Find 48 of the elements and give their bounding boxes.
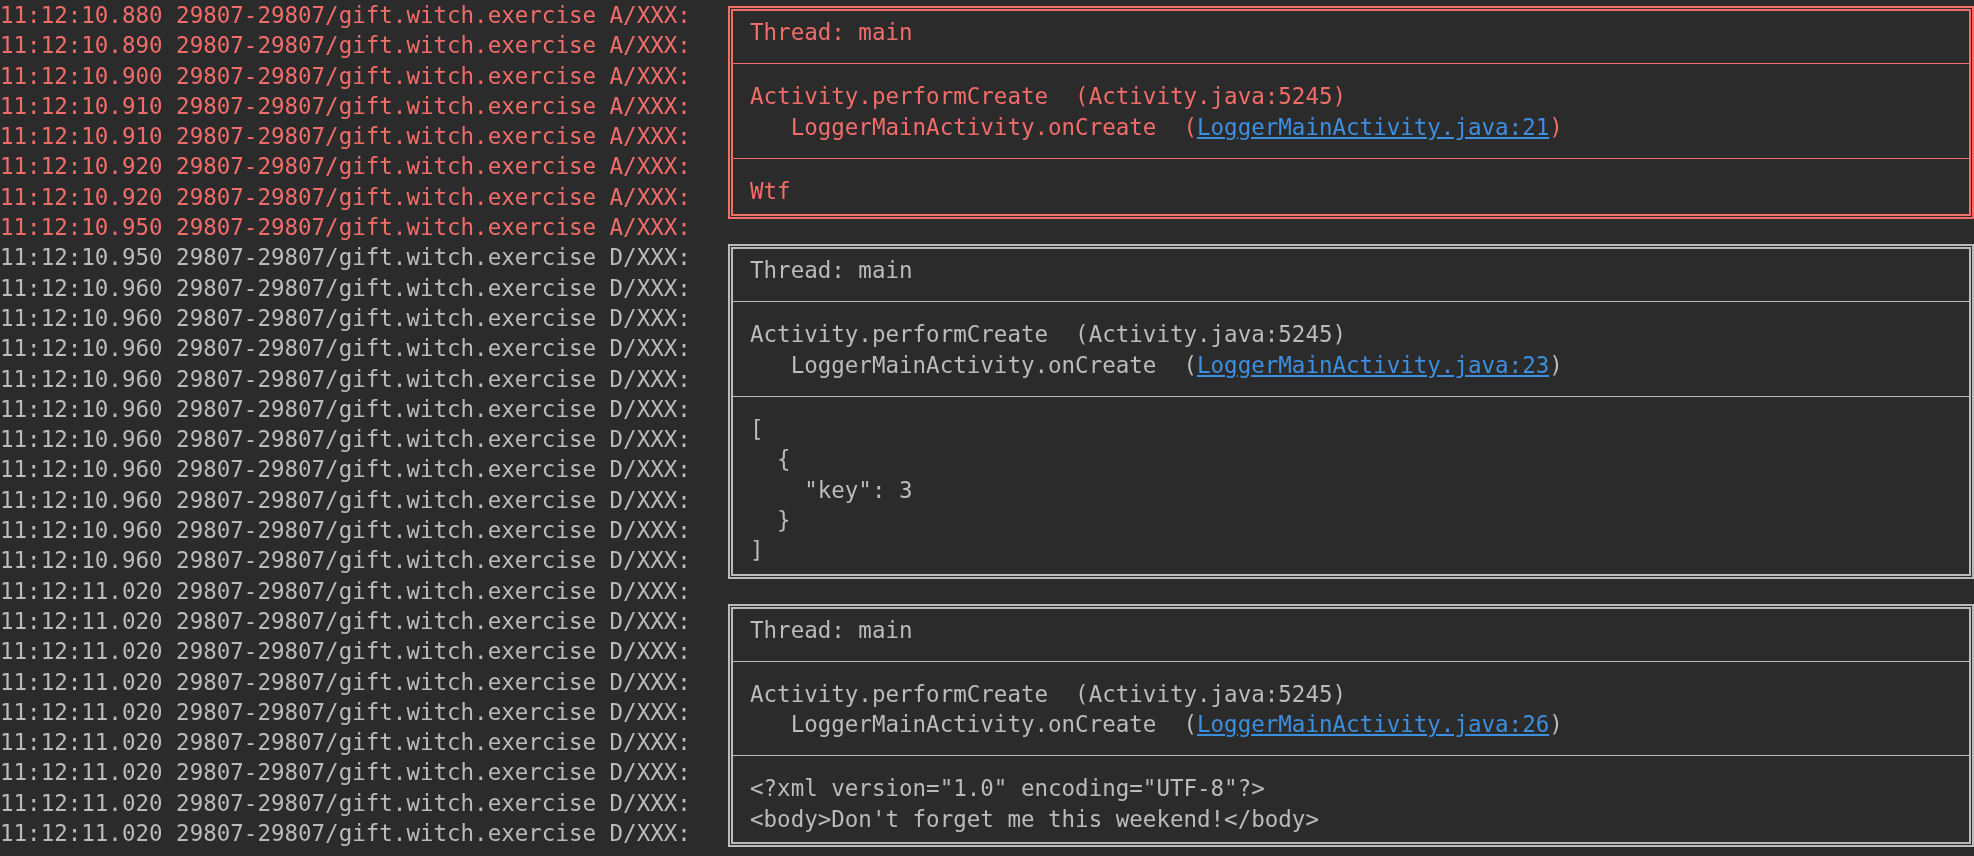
message-line: [ — [750, 416, 764, 443]
log-line: 11:12:10.890 29807-29807/gift.witch.exercise A/XXX: — [0, 31, 692, 61]
log-line: 11:12:11.020 29807-29807/gift.witch.exercise D/XXX: — [0, 788, 692, 818]
stack-trace-line: LoggerMainActivity.onCreate (LoggerMainActivity.java:23) — [789, 351, 1563, 378]
log-line: 11:12:10.900 29807-29807/gift.witch.exercise A/XXX: — [0, 61, 692, 91]
stack-trace-line: Activity.performCreate (Activity.java:5245) — [750, 321, 1347, 348]
log-line: 11:12:11.020 29807-29807/gift.witch.exercise D/XXX: — [0, 697, 692, 727]
stack-trace-line: LoggerMainActivity.onCreate (LoggerMainActivity.java:21) — [789, 113, 1563, 140]
message-line: } — [776, 506, 791, 533]
thread-label: Thread: main — [750, 257, 913, 284]
log-line: 11:12:10.960 29807-29807/gift.witch.exercise D/XXX: — [0, 485, 692, 515]
log-line: 11:12:10.960 29807-29807/gift.witch.exercise D/XXX: — [0, 303, 692, 333]
message-line: <?xml version="1.0" encoding="UTF-8"?> — [750, 775, 1265, 802]
message-line: "key": 3 — [803, 476, 913, 503]
source-link[interactable]: LoggerMainActivity.java:21 — [1197, 113, 1550, 140]
log-line: 11:12:10.960 29807-29807/gift.witch.exercise D/XXX: — [0, 516, 692, 546]
log-line: 11:12:10.960 29807-29807/gift.witch.exercise D/XXX: — [0, 425, 692, 455]
message-line: <body>Don't forget me this weekend!</body> — [750, 805, 1319, 832]
stack-trace-line: LoggerMainActivity.onCreate (LoggerMainActivity.java:26) — [789, 711, 1563, 738]
source-link[interactable]: LoggerMainActivity.java:26 — [1197, 711, 1550, 738]
log-line: 11:12:11.020 29807-29807/gift.witch.exercise D/XXX: — [0, 819, 692, 848]
log-line: 11:12:11.020 29807-29807/gift.witch.exercise D/XXX: — [0, 637, 692, 667]
log-line: 11:12:10.960 29807-29807/gift.witch.exercise D/XXX: — [0, 394, 692, 424]
source-link[interactable]: LoggerMainActivity.java:23 — [1197, 351, 1550, 378]
log-line: 11:12:11.020 29807-29807/gift.witch.exercise D/XXX: — [0, 606, 692, 636]
log-line: 11:12:10.910 29807-29807/gift.witch.exercise A/XXX: — [0, 122, 692, 152]
stack-trace-line: Activity.performCreate (Activity.java:5245) — [750, 83, 1347, 110]
log-line: 11:12:10.950 29807-29807/gift.witch.exercise D/XXX: — [0, 243, 692, 273]
thread-label: Thread: main — [750, 616, 913, 643]
log-line: 11:12:10.960 29807-29807/gift.witch.exercise D/XXX: — [0, 364, 692, 394]
log-line: 11:12:10.960 29807-29807/gift.witch.exercise D/XXX: — [0, 334, 692, 364]
log-line: 11:12:11.020 29807-29807/gift.witch.exercise D/XXX: — [0, 758, 692, 788]
log-line: 11:12:11.020 29807-29807/gift.witch.exercise D/XXX: — [0, 576, 692, 606]
log-line: 11:12:10.960 29807-29807/gift.witch.exercise D/XXX: — [0, 546, 692, 576]
log-line: 11:12:10.960 29807-29807/gift.witch.exercise D/XXX: — [0, 273, 692, 303]
log-line: 11:12:10.880 29807-29807/gift.witch.exercise A/XXX: — [0, 1, 692, 30]
message-line: ] — [750, 537, 764, 564]
thread-label: Thread: main — [750, 19, 913, 45]
log-line: 11:12:10.910 29807-29807/gift.witch.exercise A/XXX: — [0, 91, 692, 121]
log-line: 11:12:10.960 29807-29807/gift.witch.exercise D/XXX: — [0, 455, 692, 485]
message-line: { — [776, 446, 791, 473]
log-line: 11:12:11.020 29807-29807/gift.witch.exercise D/XXX: — [0, 728, 692, 758]
log-line: 11:12:10.920 29807-29807/gift.witch.exercise A/XXX: — [0, 182, 692, 212]
log-line: 11:12:10.920 29807-29807/gift.witch.exercise A/XXX: — [0, 152, 692, 182]
log-line: 11:12:11.020 29807-29807/gift.witch.exercise D/XXX: — [0, 667, 692, 697]
stack-trace-line: Activity.performCreate (Activity.java:5245) — [750, 680, 1347, 707]
log-line: 11:12:10.950 29807-29807/gift.witch.exercise A/XXX: — [0, 213, 692, 243]
message-line: Wtf — [750, 177, 791, 204]
